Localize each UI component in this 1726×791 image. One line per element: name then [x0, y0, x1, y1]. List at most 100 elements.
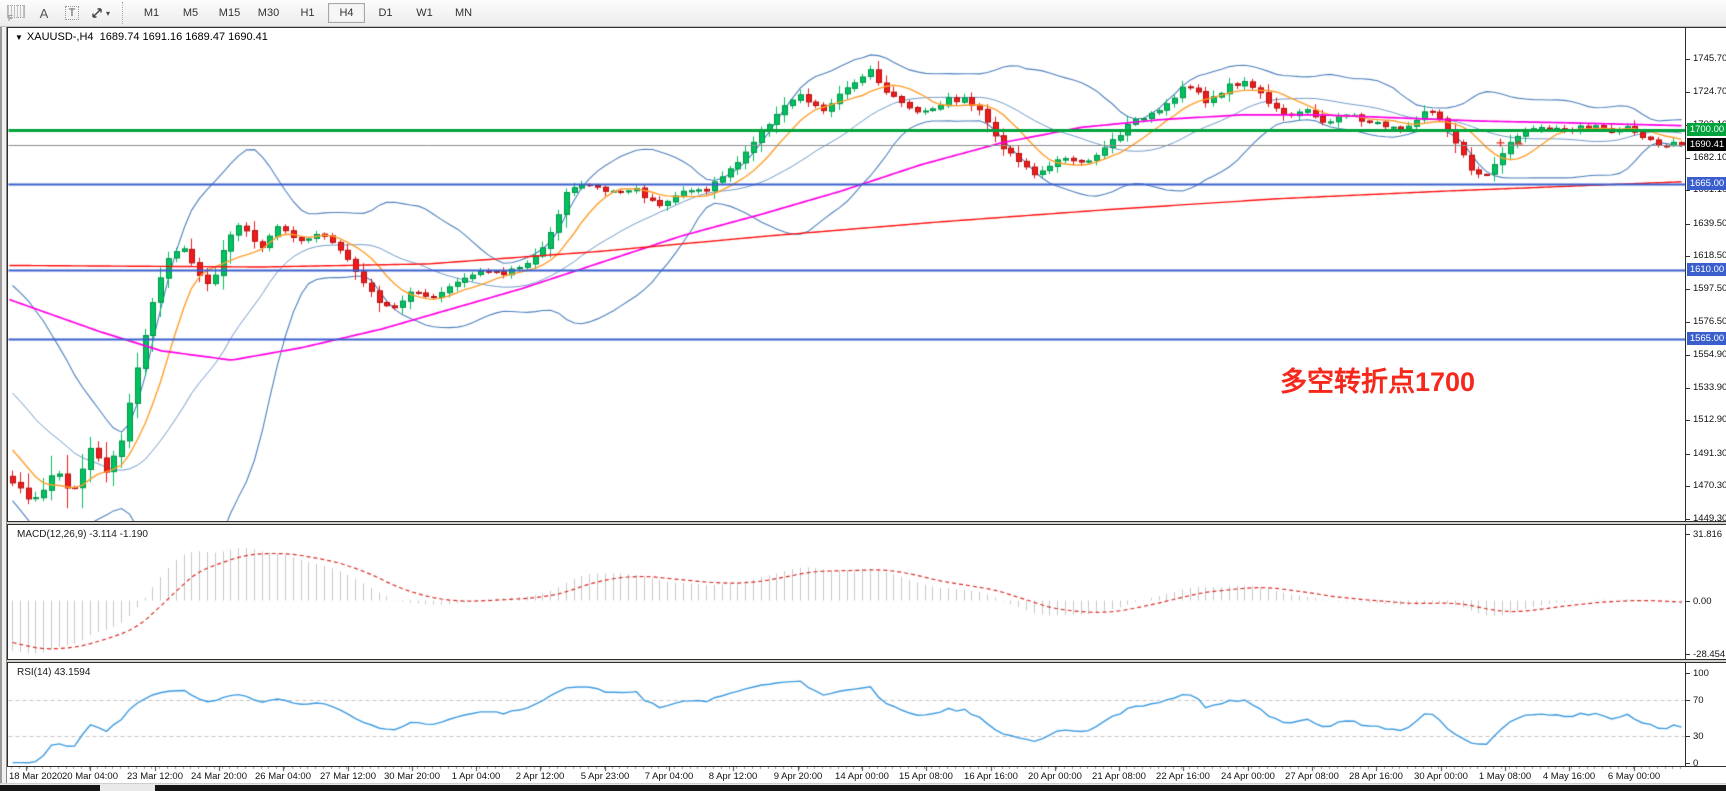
- time-axis-label: 28 Apr 16:00: [1349, 771, 1403, 782]
- time-axis-label: 21 Apr 08:00: [1092, 771, 1146, 782]
- price-axis-label: 1554.90: [1693, 349, 1726, 360]
- time-axis-label: 15 Apr 08:00: [899, 771, 953, 782]
- axis-tick-mark: [1686, 322, 1690, 323]
- price-chart-canvas[interactable]: [8, 28, 1686, 521]
- axis-tick-mark: [1686, 454, 1690, 455]
- axis-tick-mark: [1686, 158, 1690, 159]
- time-axis-label: 20 Mar 04:00: [62, 771, 118, 782]
- axis-tick-mark: [1686, 736, 1690, 737]
- axis-tick-mark: [1686, 486, 1690, 487]
- symbol-label: XAUUSD-,H4: [27, 31, 94, 43]
- collapse-triangle-icon[interactable]: ▼: [15, 33, 23, 42]
- axis-tick-mark: [1686, 534, 1690, 535]
- rsi-axis-label: 100: [1693, 668, 1709, 679]
- axis-tick-mark: [1686, 601, 1690, 602]
- text-label-button[interactable]: T: [59, 2, 85, 25]
- timeframe-button-w1[interactable]: W1: [406, 3, 443, 23]
- time-axis-label: 26 Mar 04:00: [255, 771, 311, 782]
- time-axis-label: 7 Apr 04:00: [645, 771, 694, 782]
- price-axis-label: 1597.50: [1693, 283, 1726, 294]
- price-axis-label: 1512.90: [1693, 414, 1726, 425]
- price-chart-panel: ▼ XAUUSD-,H4 1689.74 1691.16 1689.47 1690…: [7, 27, 1726, 522]
- axis-tick-mark: [1686, 519, 1690, 520]
- toolbar: F A T ▾ M1M5M15M30H1H4D1W1MN: [0, 0, 1726, 27]
- axis-tick-mark: [1686, 224, 1690, 225]
- diagonal-arrows-icon: [90, 6, 104, 20]
- axis-tick-mark: [1686, 763, 1690, 764]
- window-left-edge: [0, 27, 7, 783]
- macd-axis-label: 0.00: [1693, 596, 1712, 607]
- timeframe-button-m1[interactable]: M1: [133, 3, 170, 23]
- horizontal-scrollbar[interactable]: [0, 783, 1726, 791]
- axis-tick-mark: [1686, 420, 1690, 421]
- time-axis-label: 14 Apr 00:00: [835, 771, 889, 782]
- axis-tick-mark: [1686, 673, 1690, 674]
- time-axis-label: 4 May 16:00: [1543, 771, 1595, 782]
- axis-tick-mark: [1686, 355, 1690, 356]
- price-axis-label: 1745.70: [1693, 53, 1726, 64]
- price-axis-label: 1682.10: [1693, 152, 1726, 163]
- time-axis-label: 6 May 00:00: [1608, 771, 1660, 782]
- text-annotation-button[interactable]: A: [31, 2, 57, 25]
- time-axis-label: 30 Apr 00:00: [1414, 771, 1468, 782]
- axis-tick-mark: [1686, 256, 1690, 257]
- time-axis-label: 24 Mar 20:00: [191, 771, 247, 782]
- macd-canvas[interactable]: [8, 525, 1686, 659]
- current-price-badge: 1690.41: [1687, 138, 1726, 151]
- time-axis-label: 5 Apr 23:00: [581, 771, 630, 782]
- timeframe-button-m5[interactable]: M5: [172, 3, 209, 23]
- scrollbar-thumb[interactable]: [155, 785, 1726, 791]
- rsi-label: RSI(14) 43.1594: [17, 667, 90, 678]
- time-axis-label: 1 Apr 04:00: [452, 771, 501, 782]
- axis-tick-mark: [1686, 190, 1690, 191]
- time-axis-label: 18 Mar 2020: [9, 771, 62, 782]
- price-axis-label: 1491.30: [1693, 448, 1726, 459]
- time-axis[interactable]: 18 Mar 202020 Mar 04:00 23 Mar 12:00 24 Ma…: [7, 767, 1726, 783]
- macd-axis-label: -28.454: [1693, 649, 1725, 660]
- hline-price-badge: 1665.00: [1687, 177, 1726, 190]
- time-axis-label: 2 Apr 12:00: [516, 771, 565, 782]
- axis-tick-mark: [1686, 654, 1690, 655]
- chart-text-annotation[interactable]: 多空转折点1700: [1280, 360, 1475, 399]
- timeframe-button-d1[interactable]: D1: [367, 3, 404, 23]
- price-axis-label: 1639.50: [1693, 218, 1726, 229]
- cursor-tools-button[interactable]: ▾: [87, 2, 113, 25]
- scrollbar-segment-left[interactable]: [0, 785, 100, 791]
- time-axis-label: 30 Mar 20:00: [384, 771, 440, 782]
- time-axis-label: 22 Apr 16:00: [1156, 771, 1210, 782]
- rsi-panel: RSI(14) 43.1594 10070300: [7, 662, 1726, 767]
- price-axis-label: 1470.30: [1693, 480, 1726, 491]
- macd-panel: MACD(12,26,9) -3.114 -1.190 31.816 0.00 -2…: [7, 524, 1726, 660]
- axis-tick-mark: [1686, 59, 1690, 60]
- hline-price-badge: 1565.00: [1687, 332, 1726, 345]
- letter-t-icon: T: [65, 6, 80, 20]
- timeframe-button-m30[interactable]: M30: [250, 3, 287, 23]
- toolbar-separator: [122, 2, 128, 24]
- hline-price-badge: 1610.00: [1687, 263, 1726, 276]
- macd-axis-label: 31.816: [1693, 529, 1722, 540]
- timeframe-button-mn[interactable]: MN: [445, 3, 482, 23]
- price-axis-label: 1724.70: [1693, 86, 1726, 97]
- toolbar-drag-handle[interactable]: F: [4, 3, 30, 23]
- timeframe-button-h1[interactable]: H1: [289, 3, 326, 23]
- time-axis-label: 1 May 08:00: [1479, 771, 1531, 782]
- axis-tick-mark: [1686, 92, 1690, 93]
- price-axis-label: 1576.50: [1693, 316, 1726, 327]
- macd-label: MACD(12,26,9) -3.114 -1.190: [17, 529, 148, 540]
- timeframe-button-h4[interactable]: H4: [328, 3, 365, 23]
- time-axis-label: 20 Apr 00:00: [1028, 771, 1082, 782]
- time-axis-label: 27 Mar 12:00: [320, 771, 376, 782]
- mt4-window: F A T ▾ M1M5M15M30H1H4D1W1MN ▼ XAUUSD-,H4…: [0, 0, 1726, 791]
- time-axis-label: 9 Apr 20:00: [774, 771, 823, 782]
- rsi-canvas[interactable]: [8, 663, 1686, 766]
- chart-title: ▼ XAUUSD-,H4 1689.74 1691.16 1689.47 1690…: [15, 31, 268, 43]
- ohlc-values: 1689.74 1691.16 1689.47 1690.41: [100, 31, 268, 43]
- price-axis-label: 1533.90: [1693, 382, 1726, 393]
- axis-tick-mark: [1686, 289, 1690, 290]
- price-axis-label: 1618.50: [1693, 250, 1726, 261]
- timeframe-button-group: M1M5M15M30H1H4D1W1MN: [132, 3, 483, 23]
- timeframe-button-m15[interactable]: M15: [211, 3, 248, 23]
- hline-price-badge: 1700.00: [1687, 123, 1726, 136]
- time-axis-label: 23 Mar 12:00: [127, 771, 183, 782]
- axis-tick-mark: [1686, 388, 1690, 389]
